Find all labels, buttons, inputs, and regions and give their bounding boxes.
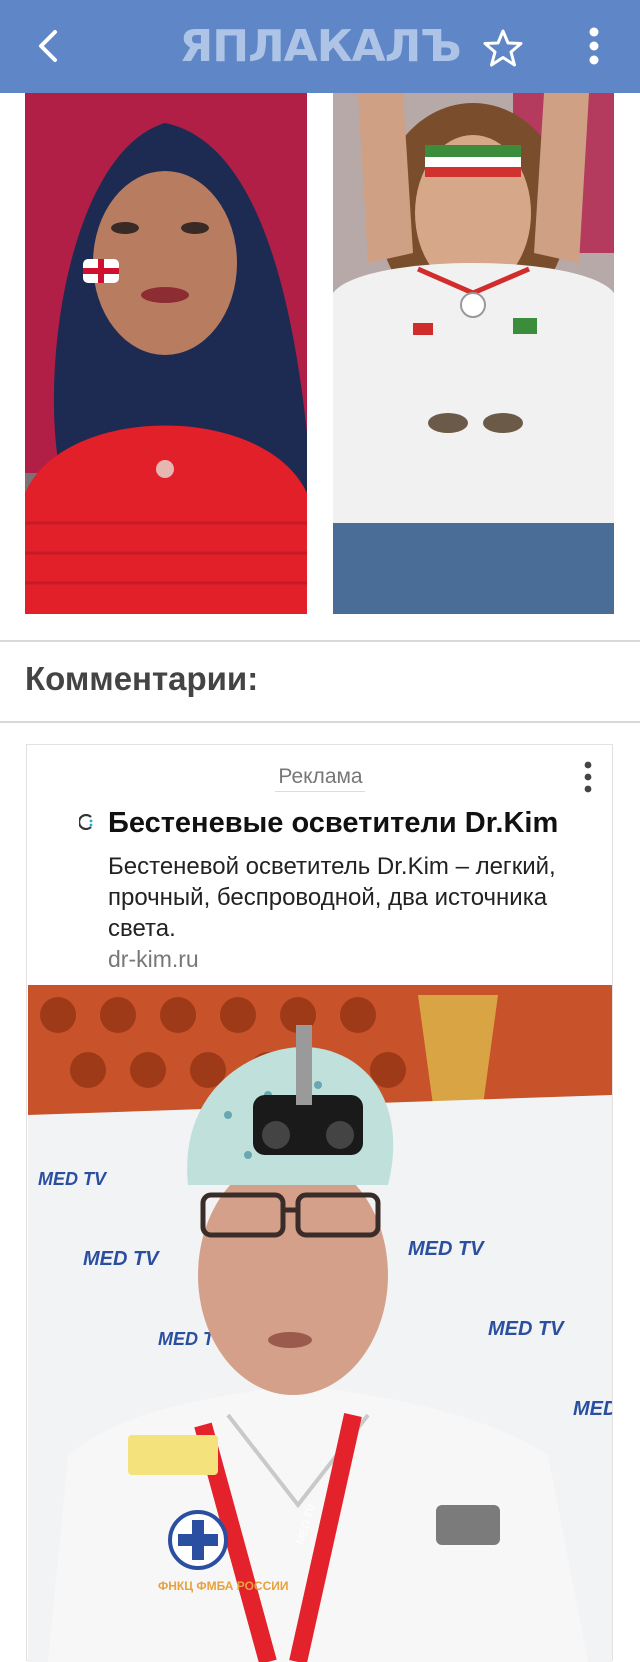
post-photo-left[interactable] <box>25 93 307 614</box>
overflow-menu-button[interactable] <box>580 22 608 70</box>
post-photo-right[interactable] <box>333 93 614 614</box>
section-divider-bottom <box>0 721 640 723</box>
more-vertical-icon <box>584 761 592 793</box>
top-app-bar: ЯПЛАКАЛЪ <box>0 0 640 93</box>
ad-options-button[interactable] <box>577 759 599 795</box>
site-logo[interactable]: ЯПЛАКАЛЪ <box>179 20 461 72</box>
backdrop-logo-text: MED TV <box>408 1238 485 1260</box>
ad-image[interactable]: MED TV MED TV MED TV MED TV MED TV MED T… <box>28 985 612 1662</box>
photo-fan-iran <box>333 93 614 614</box>
ad-card[interactable]: Реклама Бестеневые осветители Dr.Kim Бес… <box>26 744 613 1662</box>
ad-domain-link[interactable]: dr-kim.ru <box>108 946 199 973</box>
backdrop-logo-text: MED TV <box>488 1318 565 1340</box>
comments-heading: Комментарии: <box>25 660 259 697</box>
photo-fan-england <box>25 93 307 614</box>
star-outline-icon <box>483 29 523 67</box>
backdrop-logo-text: MED TV <box>83 1248 160 1270</box>
advertiser-favicon-icon <box>78 813 95 831</box>
chevron-left-icon <box>39 30 57 62</box>
backdrop-logo-text: MED TV <box>38 1169 108 1189</box>
ad-photo-surgeon-headlight: MED TV MED TV MED TV MED TV MED TV MED T… <box>28 985 612 1662</box>
ad-label-underline <box>275 791 365 792</box>
back-button[interactable] <box>28 26 68 66</box>
ad-headline-link[interactable]: Бестеневые осветители Dr.Kim <box>108 807 598 840</box>
favorite-button[interactable] <box>481 26 525 70</box>
ad-label: Реклама <box>278 765 363 788</box>
ad-description: Бестеневой осветитель Dr.Kim – легкий, п… <box>108 853 556 942</box>
section-divider-top <box>0 640 640 642</box>
coat-logo-text: ФНКЦ ФМБА РОССИИ <box>158 1579 289 1593</box>
more-vertical-icon <box>589 27 599 65</box>
backdrop-logo-text: MED TV <box>573 1398 612 1420</box>
